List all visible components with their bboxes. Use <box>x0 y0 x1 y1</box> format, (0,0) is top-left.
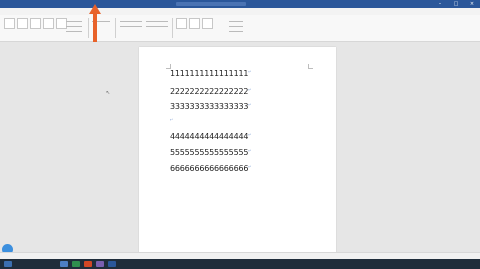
taskbar-app-icon[interactable] <box>96 261 104 267</box>
search-box[interactable] <box>176 2 246 6</box>
close-icon[interactable]: × <box>464 0 480 8</box>
minimize-icon[interactable]: – <box>432 0 448 8</box>
margin-corner <box>308 64 313 69</box>
paragraph-mark-icon: ↵ <box>248 102 252 107</box>
paragraph-mark-icon: ↵ <box>248 148 252 153</box>
ribbon <box>0 15 480 42</box>
taskbar <box>0 259 480 269</box>
paragraph-mark-icon: ↵ <box>248 164 252 169</box>
columns-button[interactable] <box>56 18 67 29</box>
ribbon-divider <box>172 18 173 38</box>
taskbar-app-icon[interactable] <box>60 261 68 267</box>
tab-insert[interactable] <box>34 8 42 15</box>
tab-help[interactable] <box>178 8 188 15</box>
breaks-dropdown[interactable] <box>66 21 82 22</box>
document-line[interactable]: 2222222222222222 ↵ <box>170 87 252 96</box>
ribbon-divider <box>115 18 116 38</box>
start-icon[interactable] <box>4 261 12 267</box>
document-line[interactable]: 6666666666666666 ↵ <box>170 164 252 173</box>
taskbar-app-icon[interactable] <box>72 261 80 267</box>
maximize-icon[interactable]: □ <box>448 0 464 8</box>
tab-mailings[interactable] <box>124 8 134 15</box>
paragraph-mark-icon: ↵ <box>248 87 252 92</box>
align-dropdown[interactable] <box>229 21 243 22</box>
hyphenation-dropdown[interactable] <box>66 31 82 32</box>
margins-button[interactable] <box>17 18 28 29</box>
paragraph-mark-icon: ↵ <box>170 117 174 122</box>
tab-review[interactable] <box>142 8 152 15</box>
tab-draw[interactable] <box>50 8 60 15</box>
document-line[interactable]: 3333333333333333 ↵ <box>170 102 252 111</box>
tab-references[interactable] <box>106 8 116 15</box>
paragraph-mark-icon: ↵ <box>248 132 252 137</box>
wrap-text-button[interactable] <box>189 18 200 29</box>
title-bar: – □ × <box>0 0 480 8</box>
pointer-cursor-icon: ↖ <box>106 90 111 96</box>
indent-left-field[interactable] <box>120 21 142 22</box>
spacing-after-field[interactable] <box>146 26 168 27</box>
size-button[interactable] <box>43 18 54 29</box>
document-line[interactable]: 1111111111111111 ↵ <box>170 69 252 78</box>
document-line[interactable]: 5555555555555555 ↵ <box>170 148 252 157</box>
line-numbers-dropdown[interactable] <box>66 26 82 27</box>
taskbar-app-icon[interactable] <box>84 261 92 267</box>
tab-design[interactable] <box>66 8 76 15</box>
group-dropdown[interactable] <box>229 26 243 27</box>
indent-right-field[interactable] <box>120 26 142 27</box>
position-button[interactable] <box>176 18 187 29</box>
taskbar-word-icon[interactable] <box>108 261 116 267</box>
orientation-button[interactable] <box>30 18 41 29</box>
tab-file[interactable] <box>4 8 12 15</box>
text-direction-button[interactable] <box>4 18 15 29</box>
bring-forward-button[interactable] <box>202 18 213 29</box>
spacing-before-field[interactable] <box>146 21 168 22</box>
tab-view[interactable] <box>160 8 170 15</box>
rotate-dropdown[interactable] <box>229 31 243 32</box>
document-line[interactable]: 4444444444444444 ↵ <box>170 132 252 141</box>
paragraph-mark-icon: ↵ <box>248 69 252 74</box>
tab-home[interactable] <box>18 8 26 15</box>
